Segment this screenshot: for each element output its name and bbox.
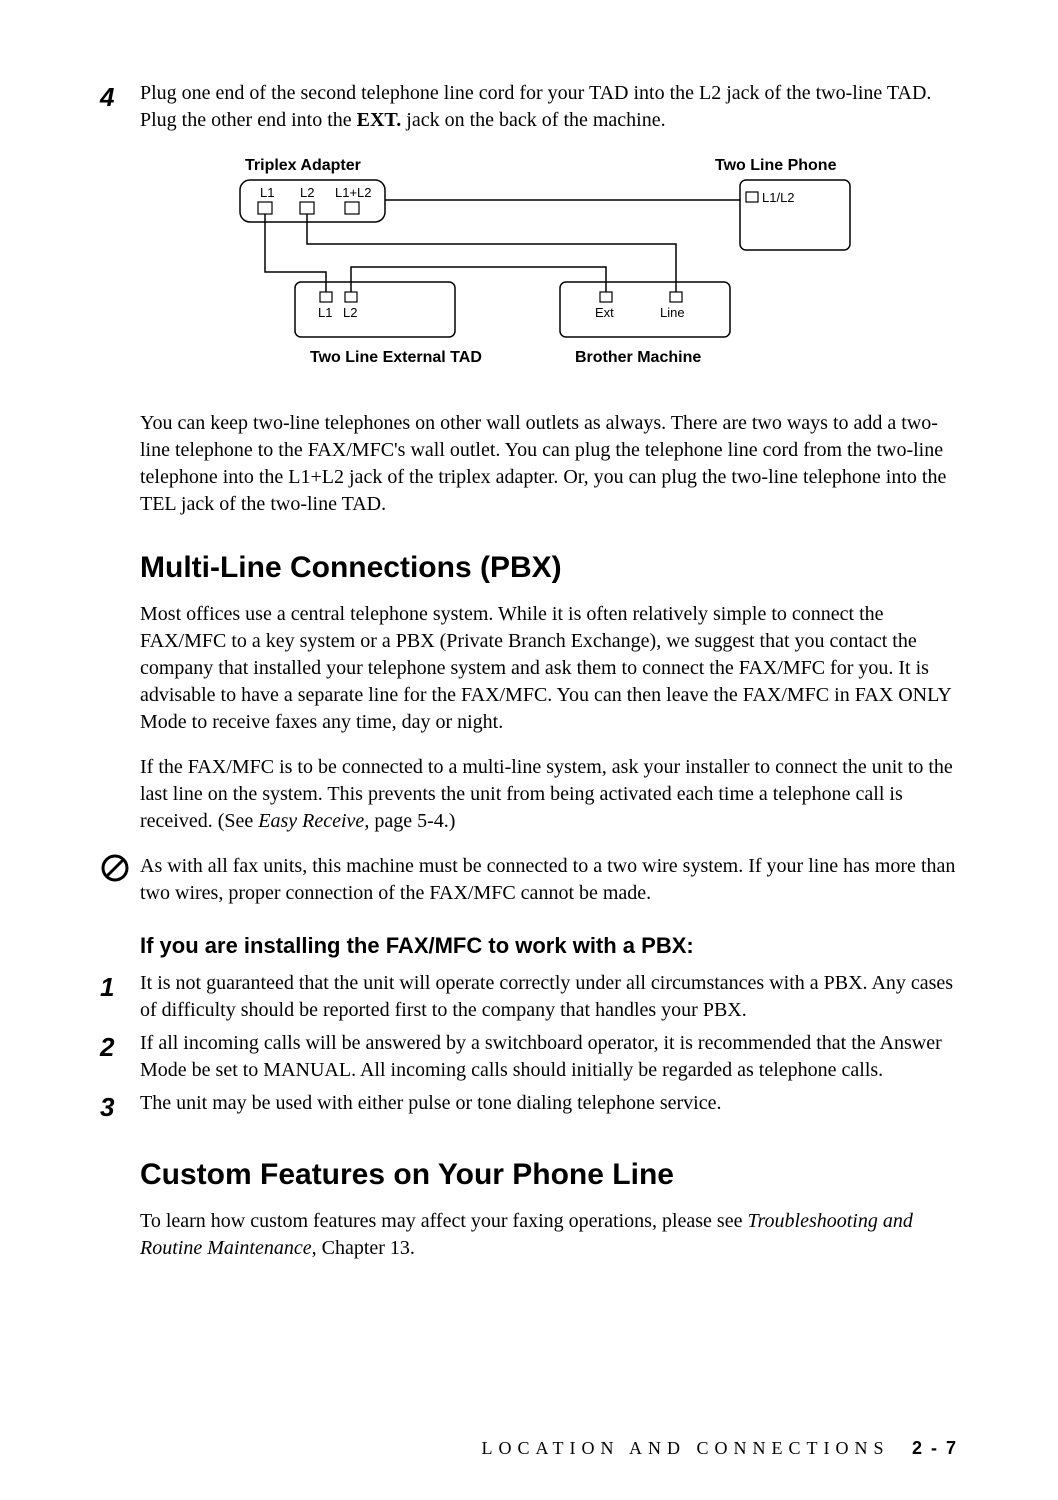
step-1-text: It is not guaranteed that the unit will … — [140, 970, 958, 1024]
para-custom-b: , Chapter 13. — [312, 1237, 415, 1259]
footer: LOCATION AND CONNECTIONS 2 - 7 — [481, 1436, 958, 1460]
step-number-1: 1 — [100, 970, 140, 1005]
step-4-bold: EXT. — [357, 109, 402, 131]
para-pbx-2b: , page 5-4.) — [364, 810, 455, 832]
para-pbx-2-italic: Easy Receive — [258, 810, 364, 832]
label-l2: L2 — [300, 185, 314, 200]
heading-custom-features: Custom Features on Your Phone Line — [140, 1155, 958, 1196]
step-3-text: The unit may be used with either pulse o… — [140, 1090, 958, 1117]
label-tad-l1: L1 — [318, 305, 332, 320]
step-number-3: 3 — [100, 1090, 140, 1125]
para-pbx-2: If the FAX/MFC is to be connected to a m… — [140, 754, 958, 835]
prohibit-icon — [100, 853, 140, 883]
step-2: 2 If all incoming calls will be answered… — [100, 1030, 958, 1084]
step-3: 3 The unit may be used with either pulse… — [100, 1090, 958, 1125]
step-4: 4 Plug one end of the second telephone l… — [100, 80, 958, 134]
label-ext: Ext — [595, 305, 614, 320]
footer-chapter: LOCATION AND CONNECTIONS — [481, 1438, 889, 1458]
label-two-line-phone: Two Line Phone — [715, 157, 837, 174]
para-custom-a: To learn how custom features may affect … — [140, 1210, 747, 1232]
para-keep-two-line: You can keep two-line telephones on othe… — [140, 410, 958, 518]
label-triplex-adapter: Triplex Adapter — [245, 157, 361, 174]
step-4-text: Plug one end of the second telephone lin… — [140, 80, 958, 134]
step-2-text: If all incoming calls will be answered b… — [140, 1030, 958, 1084]
para-pbx-1: Most offices use a central telephone sys… — [140, 601, 958, 736]
label-two-line-tad: Two Line External TAD — [310, 349, 482, 366]
note-text: As with all fax units, this machine must… — [140, 853, 958, 907]
label-tad-l2: L2 — [343, 305, 357, 320]
label-l1l2: L1+L2 — [335, 185, 372, 200]
step-number-2: 2 — [100, 1030, 140, 1065]
label-brother-machine: Brother Machine — [575, 349, 701, 366]
step-1: 1 It is not guaranteed that the unit wil… — [100, 970, 958, 1024]
label-l1: L1 — [260, 185, 274, 200]
note-prohibit: As with all fax units, this machine must… — [100, 853, 958, 907]
footer-page: 2 - 7 — [912, 1438, 958, 1458]
step-number-4: 4 — [100, 80, 140, 115]
label-phone-l1l2: L1/L2 — [762, 190, 795, 205]
heading-multi-line-pbx: Multi-Line Connections (PBX) — [140, 548, 958, 589]
heading-install-pbx: If you are installing the FAX/MFC to wor… — [140, 931, 958, 961]
wiring-diagram: Triplex Adapter L1 L2 L1+L2 Two Line Pho… — [180, 152, 958, 392]
para-custom: To learn how custom features may affect … — [140, 1208, 958, 1262]
label-line: Line — [660, 305, 685, 320]
step-4-text-b: jack on the back of the machine. — [401, 109, 665, 131]
